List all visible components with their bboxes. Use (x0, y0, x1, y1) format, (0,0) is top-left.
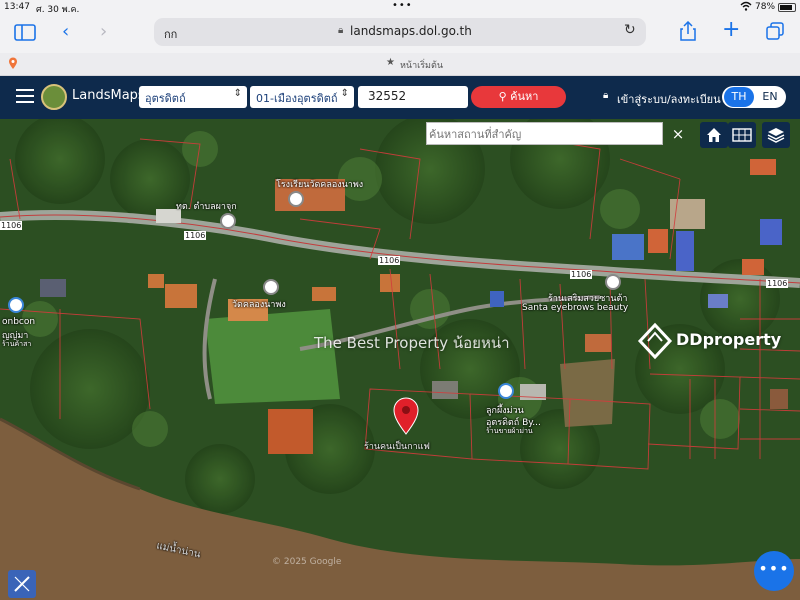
pin-label: ร้านคนเป็นกาแฟ (364, 442, 430, 452)
shop-poi-icon[interactable] (8, 297, 24, 313)
more-options-button[interactable]: ••• (754, 551, 794, 591)
map-canvas (0, 119, 800, 600)
watermark-text: The Best Property น้อยหน่า (314, 334, 510, 352)
address-bar[interactable]: กก 🔒︎ landsmaps.dol.go.th ↻ (154, 18, 646, 46)
place-label: onbcon (2, 317, 36, 327)
dol-logo-icon (41, 84, 67, 110)
place-label: ร้านค้าสา (2, 340, 32, 348)
app-name: LandsMaps (72, 88, 145, 103)
lang-en[interactable]: EN (755, 87, 785, 107)
back-icon[interactable]: ‹ (62, 21, 69, 42)
government-poi-icon[interactable] (220, 213, 236, 229)
copyright-text: © 2025 Google (272, 557, 342, 567)
road-label: 1106 (378, 256, 401, 265)
menu-icon[interactable] (16, 88, 34, 108)
district-value: 01-เมืองอุตรดิตถ์ (256, 92, 338, 105)
url-text[interactable]: landsmaps.dol.go.th (350, 24, 472, 38)
layers-button[interactable] (762, 122, 790, 148)
province-select[interactable]: อุตรดิตถ์ ⇕ (139, 86, 247, 108)
browser-toolbar: ‹ › กก 🔒︎ landsmaps.dol.go.th ↻ + (0, 15, 800, 53)
layers-icon (767, 128, 785, 143)
road-label: 1106 (766, 279, 789, 288)
road-label: 1106 (570, 270, 593, 279)
tabs-icon[interactable] (766, 22, 784, 44)
ddproperty-logo-icon (638, 323, 672, 359)
battery-percent: 78% (755, 2, 776, 12)
grid-icon (732, 128, 752, 142)
bookmark-home[interactable]: หน้าเริ่มต้น (400, 58, 443, 72)
shop-poi-icon[interactable] (498, 383, 514, 399)
parcel-number-input[interactable]: 32552 (358, 86, 468, 108)
more-dots-icon: ••• (758, 559, 790, 578)
place-label: วัดคลองนาพง (232, 300, 286, 310)
grid-button[interactable] (728, 122, 756, 148)
status-date: ศ. 30 พ.ค. (36, 5, 80, 15)
search-button[interactable]: ⚲ ค้นหา (471, 86, 566, 108)
search-icon: ⚲ (498, 90, 507, 103)
lock-icon: 🔒︎ (603, 90, 609, 101)
home-icon (707, 128, 721, 142)
app-header: LandsMaps อุตรดิตถ์ ⇕ 01-เมืองอุตรดิตถ์ ⇕ … (0, 76, 800, 119)
place-search-field[interactable] (427, 124, 657, 145)
login-link[interactable]: เข้าสู่ระบบ/ลงทะเบียน (617, 90, 721, 108)
reload-icon[interactable]: ↻ (624, 22, 636, 38)
brand-text: DDproperty (676, 330, 782, 349)
sidebar-icon[interactable] (14, 24, 36, 45)
location-icon (8, 57, 18, 73)
home-button[interactable] (700, 122, 728, 148)
search-button-label: ค้นหา (510, 90, 539, 103)
language-toggle[interactable]: TH EN (722, 86, 786, 108)
status-bar: 13:47 ศ. 30 พ.ค. ••• 78% (0, 0, 800, 15)
status-time: 13:47 (4, 2, 30, 12)
share-icon[interactable] (680, 20, 696, 45)
place-search-input[interactable] (426, 122, 663, 145)
more-dots-icon: ••• (392, 0, 413, 11)
temple-poi-icon[interactable] (263, 279, 279, 295)
battery-icon (778, 3, 796, 12)
ruler-icon (14, 576, 30, 592)
place-label: ทต. ตำบลผาจุก (176, 202, 237, 212)
province-value: อุตรดิตถ์ (145, 92, 186, 105)
new-tab-icon[interactable]: + (722, 17, 740, 42)
clear-search-button[interactable]: × (668, 122, 688, 146)
bookmark-bar: ★ หน้าเริ่มต้น (0, 53, 800, 76)
star-icon: ★ (386, 57, 395, 68)
lock-icon: 🔒︎ (338, 25, 344, 36)
chevron-updown-icon: ⇕ (340, 88, 349, 99)
reader-label[interactable]: กก (164, 25, 177, 43)
lang-th[interactable]: TH (724, 87, 754, 107)
parcel-number-value: 32552 (368, 89, 407, 103)
beauty-poi-icon[interactable] (605, 274, 621, 290)
place-label: Santa eyebrows beauty (522, 303, 629, 313)
road-label: 1106 (0, 221, 23, 230)
district-select[interactable]: 01-เมืองอุตรดิตถ์ ⇕ (250, 86, 354, 108)
satellite-map[interactable]: 1106 1106 1106 1106 1106 โรงเรียนวัดคลอง… (0, 119, 800, 600)
place-label: โรงเรียนวัดคลองนาพง (276, 180, 364, 190)
forward-icon[interactable]: › (100, 21, 107, 42)
school-poi-icon[interactable] (288, 191, 304, 207)
wifi-icon (740, 1, 752, 14)
road-label: 1106 (184, 231, 207, 240)
measure-tool-button[interactable] (8, 570, 36, 598)
place-label: ร้านขายผ้าม่าน (486, 427, 533, 435)
chevron-updown-icon: ⇕ (233, 88, 242, 99)
